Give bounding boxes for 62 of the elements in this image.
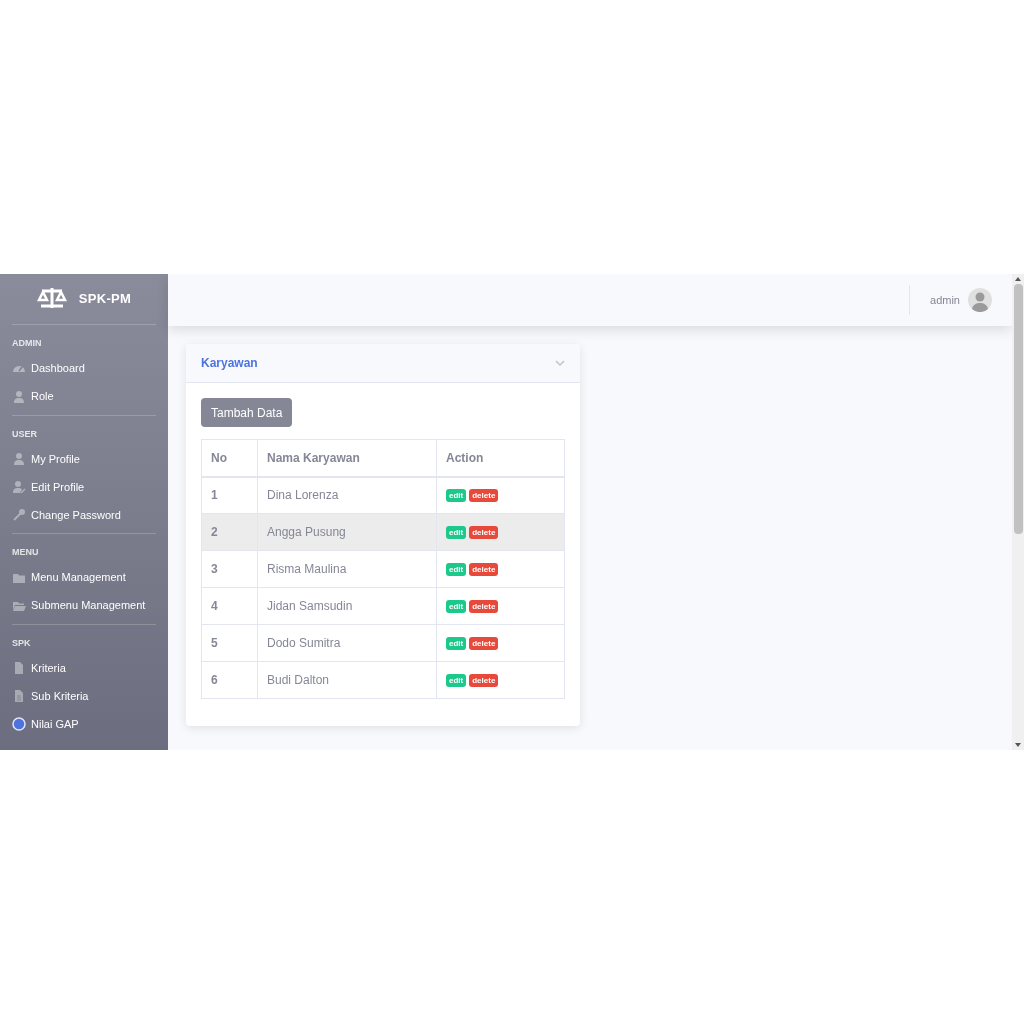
sidebar-item[interactable]: Kriteria: [12, 654, 156, 682]
avatar-icon[interactable]: [968, 288, 992, 312]
table-row[interactable]: 2 Angga Pusung edit delete: [201, 513, 565, 551]
file-icon: [12, 661, 26, 675]
table-row[interactable]: 5 Dodo Sumitra edit delete: [201, 624, 565, 662]
delete-button[interactable]: delete: [469, 488, 499, 502]
column-header: No: [201, 439, 258, 477]
table-cell: 1: [201, 476, 258, 514]
scroll-thumb[interactable]: [1013, 284, 1023, 534]
table-row[interactable]: 1 Dina Lorenza edit delete: [201, 476, 565, 514]
edit-button[interactable]: edit: [446, 599, 467, 613]
card-title: Karyawan: [201, 355, 258, 372]
table-cell: Risma Maulina: [257, 550, 437, 588]
section-heading: USER: [12, 427, 38, 441]
delete-button[interactable]: delete: [469, 562, 499, 576]
table-cell: Dodo Sumitra: [257, 624, 437, 662]
edit-button[interactable]: edit: [446, 562, 467, 576]
sidebar-item[interactable]: Edit Profile: [12, 473, 156, 501]
sidebar-item[interactable]: Dashboard: [12, 354, 156, 383]
key-icon: [12, 508, 26, 522]
delete-button[interactable]: delete: [469, 599, 499, 613]
sidebar-item[interactable]: Role: [12, 382, 156, 411]
table-cell: Angga Pusung: [257, 513, 437, 551]
section-heading: MENU: [12, 546, 40, 559]
sidebar-item[interactable]: My Profile: [12, 445, 156, 473]
table-cell: Dina Lorenza: [257, 476, 437, 514]
user-edit-icon: [12, 480, 26, 494]
table-row[interactable]: 3 Risma Maulina edit delete: [201, 550, 565, 588]
document-icon: [12, 689, 26, 703]
add-data-button[interactable]: Tambah Data: [201, 398, 293, 427]
table-cell: 2: [201, 513, 258, 551]
delete-button[interactable]: delete: [469, 636, 499, 650]
scrollbar[interactable]: [1012, 274, 1024, 750]
sidebar-item[interactable]: Submenu Management: [12, 591, 156, 620]
table-row[interactable]: 6 Budi Dalton edit delete: [201, 661, 565, 699]
brand-name: SPK-PM: [78, 290, 132, 309]
sidebar-item[interactable]: Menu Management: [12, 563, 156, 592]
sidebar-item[interactable]: Nilai GAP: [12, 710, 156, 738]
user-icon: [12, 389, 26, 404]
circle-icon: [12, 717, 26, 731]
table-cell: Jidan Samsudin: [257, 587, 437, 625]
table-cell: 5: [201, 624, 258, 662]
table-cell: 4: [201, 587, 258, 625]
edit-button[interactable]: edit: [446, 673, 467, 687]
column-header: Nama Karyawan: [257, 439, 437, 477]
delete-button[interactable]: delete: [469, 525, 499, 539]
table-cell: 3: [201, 550, 258, 588]
sidebar-item[interactable]: Change Password: [12, 501, 156, 529]
chevron-down-icon[interactable]: [555, 359, 565, 367]
edit-button[interactable]: edit: [446, 525, 467, 539]
section-heading: ADMIN: [12, 337, 43, 350]
sidebar-item[interactable]: Sub Kriteria: [12, 682, 156, 710]
section-heading: SPK: [12, 636, 32, 650]
edit-button[interactable]: edit: [446, 488, 467, 502]
user-icon: [12, 452, 26, 466]
table-cell: Budi Dalton: [257, 661, 437, 699]
delete-button[interactable]: delete: [469, 673, 499, 687]
column-header: Action: [436, 439, 565, 477]
table-cell: 6: [201, 661, 258, 699]
table-row[interactable]: 4 Jidan Samsudin edit delete: [201, 587, 565, 625]
edit-button[interactable]: edit: [446, 636, 467, 650]
user-name[interactable]: admin: [930, 291, 960, 309]
